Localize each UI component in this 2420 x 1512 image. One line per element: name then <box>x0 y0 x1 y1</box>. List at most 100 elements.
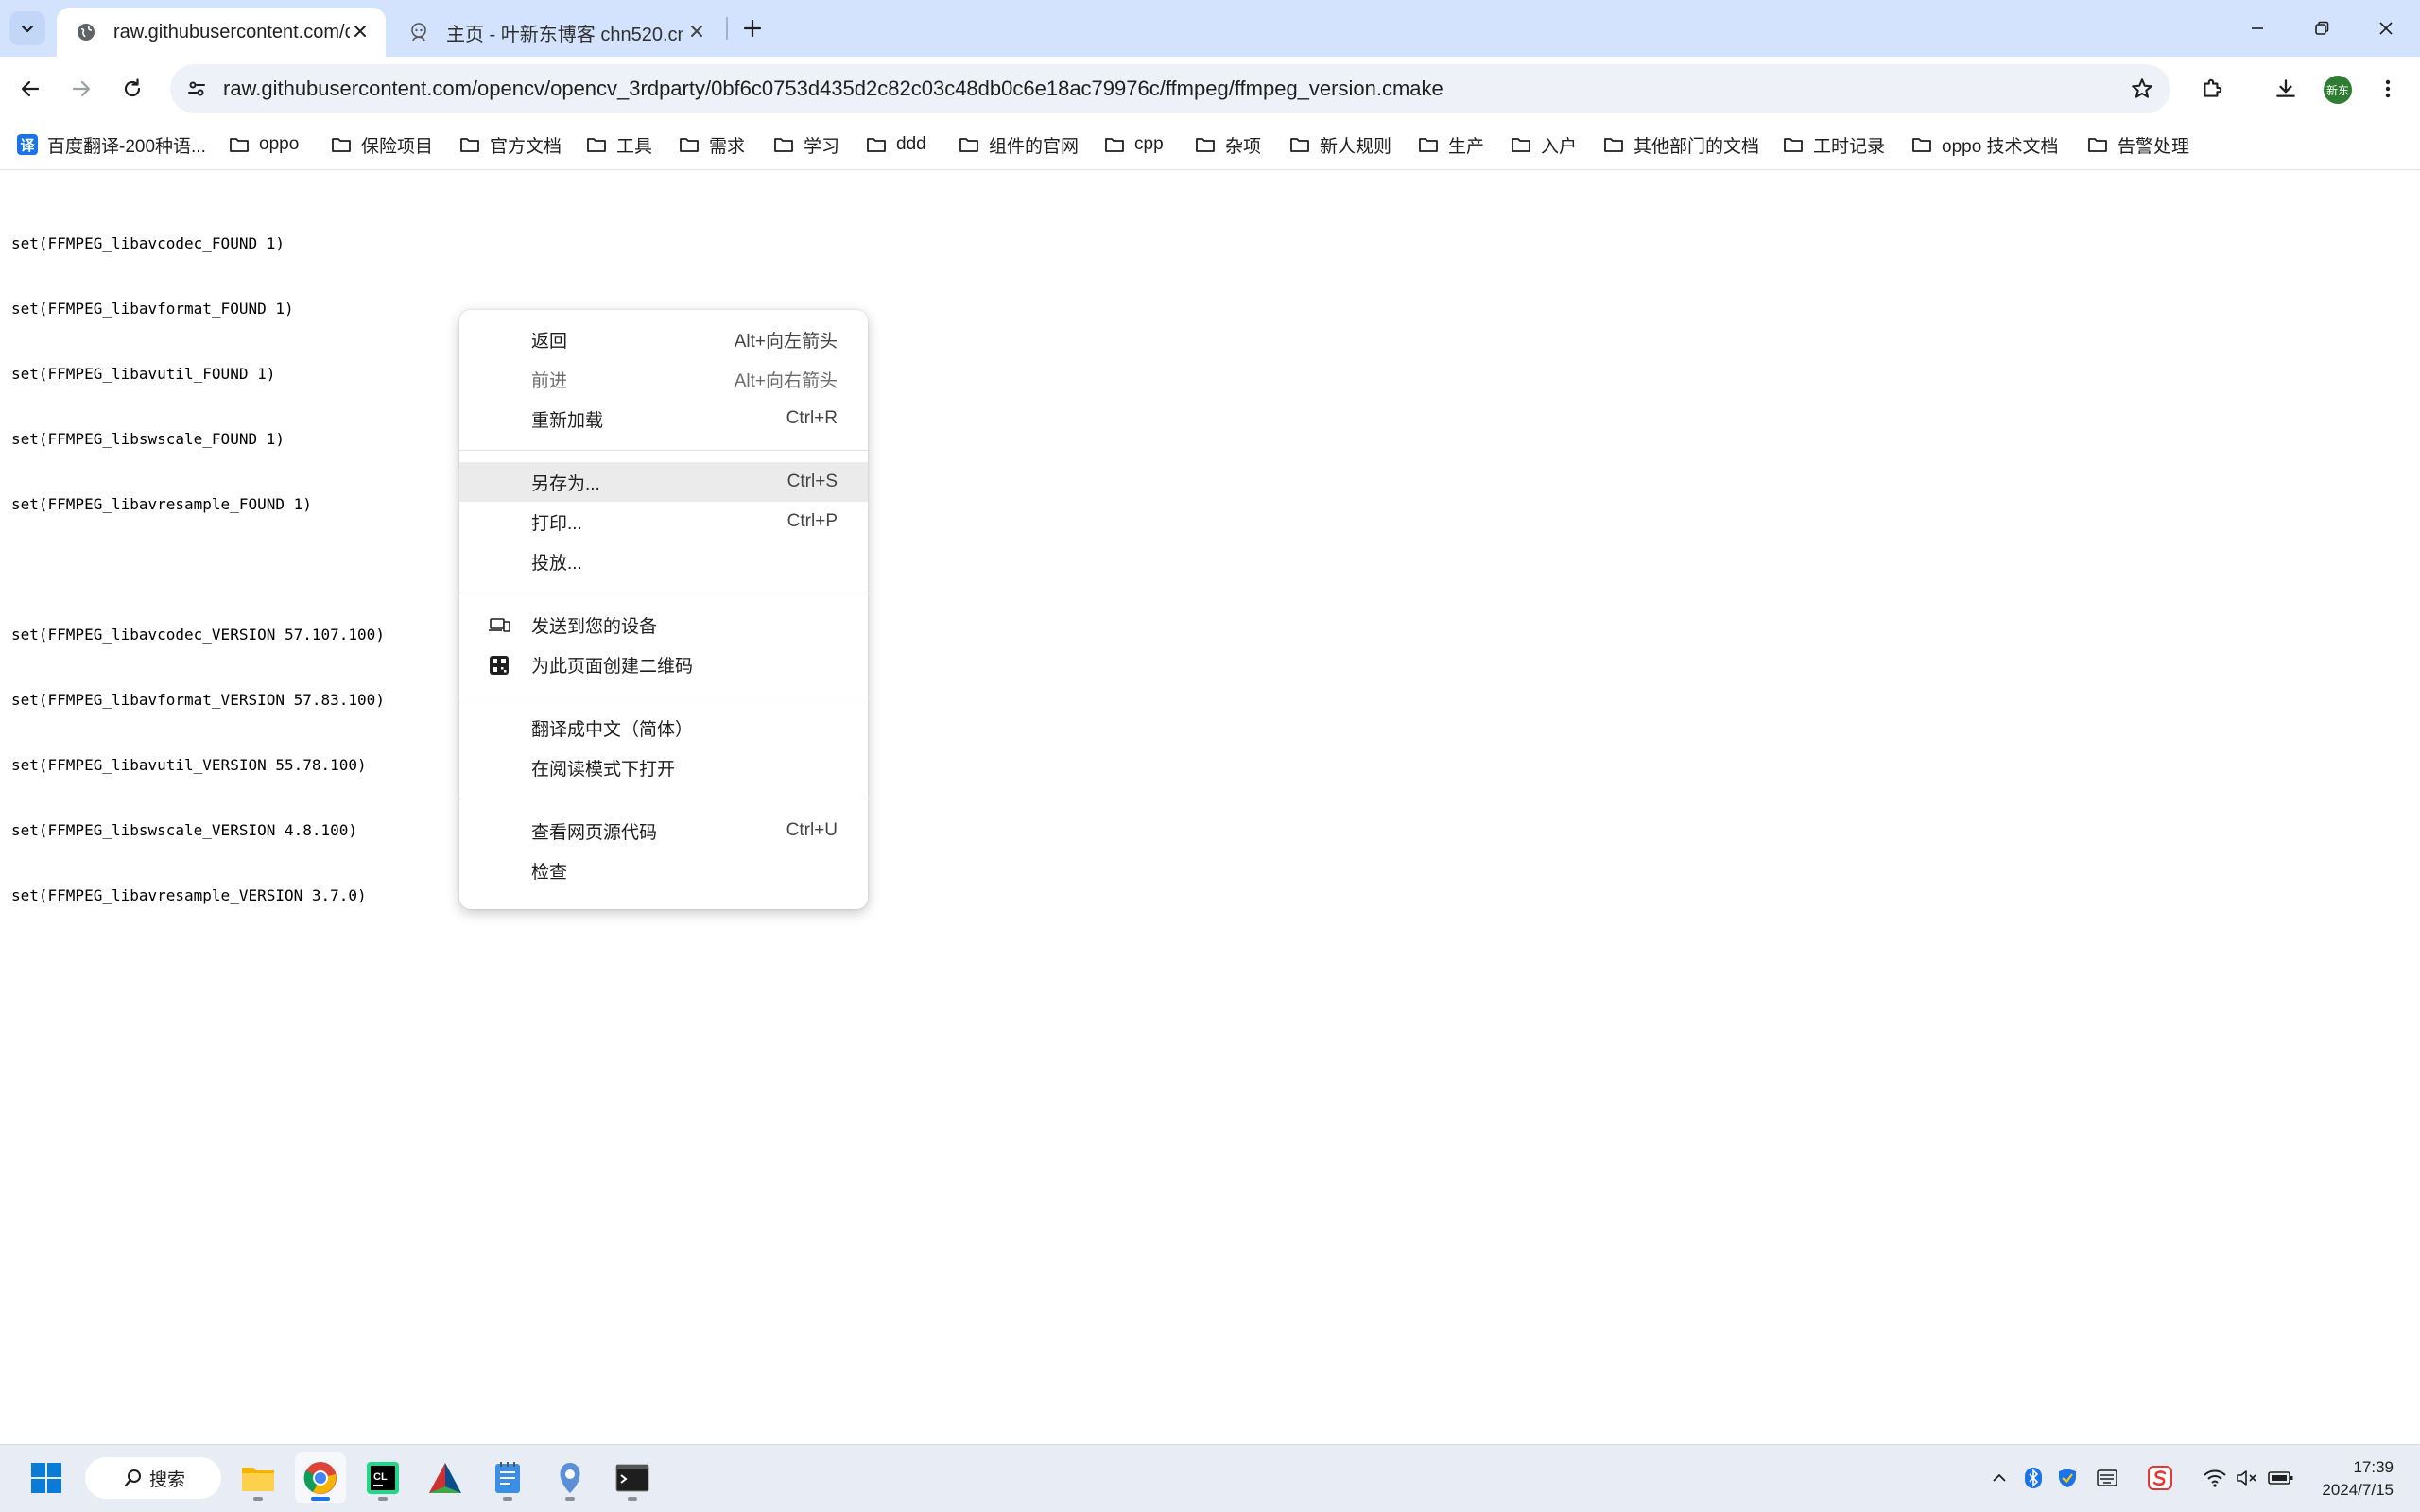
bookmark-folder[interactable]: oppo 技术文档 <box>1911 129 2059 161</box>
devices-icon <box>488 614 510 637</box>
bookmark-folder[interactable]: 组件的官网 <box>959 129 1079 161</box>
downloads-button[interactable] <box>2267 70 2305 108</box>
menu-item-print[interactable]: 打印... Ctrl+P <box>459 502 868 541</box>
url-text[interactable]: raw.githubusercontent.com/opencv/opencv_… <box>223 77 1443 101</box>
bookmark-label: 入户 <box>1541 136 1578 157</box>
menu-item-cast[interactable]: 投放... <box>459 541 868 581</box>
reload-button[interactable] <box>113 70 151 108</box>
menu-item-forward[interactable]: 前进 Alt+向右箭头 <box>459 359 868 399</box>
tray-bluetooth[interactable] <box>2019 1464 2048 1492</box>
folder-icon <box>1418 134 1439 155</box>
tray-security[interactable] <box>2053 1464 2082 1492</box>
menu-item-qr-code[interactable]: 为此页面创建二维码 <box>459 644 868 684</box>
running-indicator <box>378 1497 388 1501</box>
close-window-button[interactable] <box>2367 9 2405 47</box>
bookmark-folder[interactable]: ddd <box>866 129 926 161</box>
menu-item-label: 检查 <box>531 862 568 883</box>
menu-item-reload[interactable]: 重新加载 Ctrl+R <box>459 399 868 438</box>
bookmark-label: 杂项 <box>1225 136 1262 157</box>
bookmark-folder[interactable]: 入户 <box>1511 129 1577 161</box>
code-line: set(FFMPEG_libavutil_VERSION 55.78.100) <box>11 756 367 774</box>
terminal-icon <box>615 1464 649 1492</box>
menu-button[interactable] <box>2369 70 2407 108</box>
bookmark-label: oppo 技术文档 <box>1942 136 2059 157</box>
bookmark-folder[interactable]: 新人规则 <box>1289 129 1392 161</box>
back-button[interactable] <box>11 70 49 108</box>
folder-icon <box>1195 134 1216 155</box>
profile-avatar[interactable]: 新东 <box>2324 76 2352 104</box>
restore-button[interactable] <box>2303 9 2341 47</box>
bookmark-folder[interactable]: 官方文档 <box>459 129 562 161</box>
minimize-button[interactable] <box>2238 9 2276 47</box>
folder-icon <box>331 134 352 155</box>
tab-search-button[interactable] <box>9 11 45 45</box>
tray-ime[interactable] <box>2093 1464 2121 1492</box>
bookmark-label: 组件的官网 <box>989 136 1080 157</box>
bookmark-folder[interactable]: 保险项目 <box>331 129 433 161</box>
wifi-icon <box>2204 1469 2226 1487</box>
bookmark-folder[interactable]: 其他部门的文档 <box>1603 129 1759 161</box>
taskbar-app-chrome[interactable] <box>295 1452 346 1503</box>
site-info-icon[interactable] <box>183 76 210 102</box>
close-icon[interactable] <box>686 21 707 42</box>
menu-item-back[interactable]: 返回 Alt+向左箭头 <box>459 319 868 359</box>
taskbar-app-notepad[interactable] <box>482 1452 533 1503</box>
menu-item-send-to-devices[interactable]: 发送到您的设备 <box>459 605 868 644</box>
running-indicator <box>253 1497 263 1501</box>
bookmark-baidu-translate[interactable]: 译 百度翻译-200种语... <box>17 129 206 161</box>
chevron-down-icon <box>21 25 34 33</box>
tab-active[interactable]: raw.githubusercontent.com/opencv/opencv_… <box>57 8 386 57</box>
bookmark-star-icon[interactable] <box>2129 76 2155 102</box>
menu-item-save-as[interactable]: 另存为... Ctrl+S <box>459 462 868 502</box>
taskbar-app-vpn[interactable] <box>544 1452 596 1503</box>
extensions-button[interactable] <box>2193 70 2231 108</box>
menu-item-translate[interactable]: 翻译成中文（简体） <box>459 708 868 747</box>
clock-time: 17:39 <box>2353 1458 2394 1476</box>
bookmark-label: ddd <box>896 134 926 154</box>
close-icon[interactable] <box>350 21 371 42</box>
menu-item-reading-mode[interactable]: 在阅读模式下打开 <box>459 747 868 787</box>
tray-sogou[interactable] <box>2146 1464 2174 1492</box>
new-tab-button[interactable] <box>737 13 768 43</box>
menu-item-view-source[interactable]: 查看网页源代码 Ctrl+U <box>459 811 868 850</box>
start-button[interactable] <box>21 1452 72 1503</box>
taskbar-app-terminal[interactable] <box>607 1452 658 1503</box>
bookmark-folder[interactable]: 杂项 <box>1195 129 1261 161</box>
forward-button[interactable] <box>62 70 100 108</box>
shield-icon <box>2059 1469 2076 1487</box>
taskbar-clock[interactable]: 17:39 2024/7/15 <box>2322 1456 2394 1502</box>
taskbar-search[interactable]: 搜索 <box>85 1457 221 1499</box>
code-line: set(FFMPEG_libavformat_VERSION 57.83.100… <box>11 691 385 709</box>
bookmark-folder[interactable]: oppo <box>229 129 299 161</box>
taskbar-app-cmake[interactable] <box>420 1452 471 1503</box>
folder-icon <box>773 134 794 155</box>
tray-overflow-button[interactable] <box>1985 1464 2014 1492</box>
bookmark-folder[interactable]: 学习 <box>773 129 839 161</box>
taskbar-app-clion[interactable]: CL <box>357 1452 408 1503</box>
menu-separator <box>459 450 868 451</box>
taskbar-app-file-explorer[interactable] <box>233 1452 284 1503</box>
search-icon <box>124 1469 141 1487</box>
tab-inactive[interactable]: 主页 - 叶新东博客 chn520.cn <box>389 8 722 57</box>
menu-item-label: 为此页面创建二维码 <box>531 656 694 677</box>
bookmark-folder[interactable]: 工具 <box>586 129 652 161</box>
bookmark-folder[interactable]: cpp <box>1104 129 1164 161</box>
tray-wifi[interactable] <box>2201 1464 2229 1492</box>
menu-item-label: 前进 <box>531 370 568 391</box>
bookmark-folder[interactable]: 生产 <box>1418 129 1484 161</box>
vpn-icon <box>560 1463 580 1493</box>
bookmark-label: 其他部门的文档 <box>1634 136 1760 157</box>
sogou-input-icon <box>2148 1466 2172 1490</box>
menu-item-label: 查看网页源代码 <box>531 822 658 843</box>
tray-volume[interactable] <box>2233 1464 2261 1492</box>
folder-icon <box>959 134 979 155</box>
address-bar[interactable]: raw.githubusercontent.com/opencv/opencv_… <box>170 64 2170 113</box>
menu-item-shortcut: Alt+向左箭头 <box>734 331 838 352</box>
bookmark-folder[interactable]: 工时记录 <box>1783 129 1885 161</box>
menu-item-inspect[interactable]: 检查 <box>459 850 868 890</box>
tray-battery[interactable] <box>2267 1464 2295 1492</box>
bookmark-label: 百度翻译-200种语... <box>47 136 206 157</box>
windows-logo-icon <box>31 1463 61 1493</box>
bookmark-folder[interactable]: 需求 <box>679 129 745 161</box>
bookmark-folder[interactable]: 告警处理 <box>2087 129 2189 161</box>
